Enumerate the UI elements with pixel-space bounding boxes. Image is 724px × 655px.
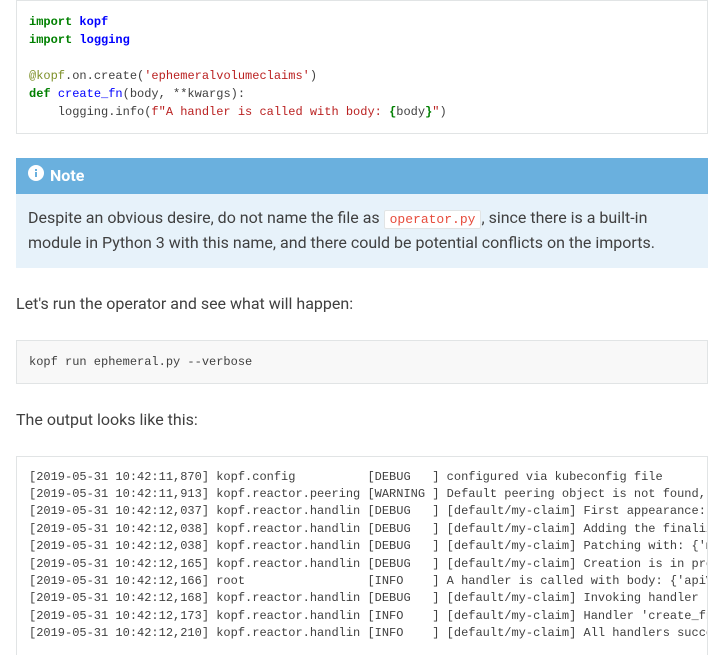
paren-close: ) [310,69,317,83]
note-admonition: Note Despite an obvious desire, do not n… [16,158,708,268]
inline-code-operator: operator.py [384,210,482,229]
info-icon [28,164,44,188]
python-code-block: import kopf import logging @kopf.on.crea… [16,0,708,134]
interp-var: body [396,105,425,119]
module-logging: logging [79,33,129,47]
command-block: kopf run ephemeral.py --verbose [16,340,708,384]
keyword-import: import [29,33,72,47]
fstring: f"A handler is called with body: [151,105,389,119]
string-resource: 'ephemeralvolumeclaims' [144,69,310,83]
note-title-text: Note [50,164,84,188]
note-text-pre: Despite an obvious desire, do not name t… [28,208,384,227]
call-logging: logging.info( [29,105,151,119]
keyword-import: import [29,15,72,29]
paragraph-run: Let's run the operator and see what will… [16,292,708,316]
paren-close: ) [439,105,446,119]
function-sig: (body, **kwargs): [123,87,245,101]
function-name: create_fn [58,87,123,101]
note-title-bar: Note [16,158,708,194]
paragraph-output: The output looks like this: [16,408,708,432]
decorator-rest: .on.create( [65,69,144,83]
module-kopf: kopf [79,15,108,29]
keyword-def: def [29,87,51,101]
log-output-block: [2019-05-31 10:42:11,870] kopf.config [D… [16,456,708,655]
decorator: @kopf [29,69,65,83]
note-body: Despite an obvious desire, do not name t… [16,194,708,268]
